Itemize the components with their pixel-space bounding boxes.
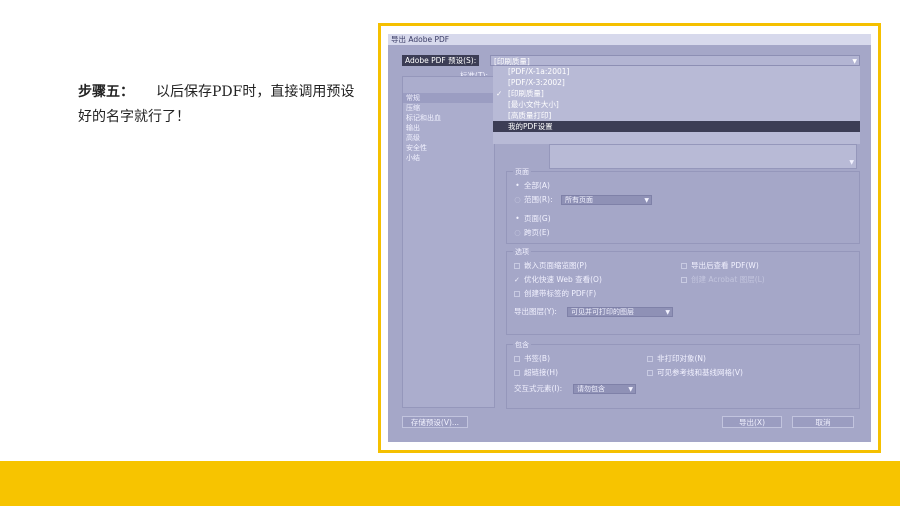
pages-range-radio[interactable]: ○ 范围(R):: [514, 194, 553, 205]
pages-spreads-radio[interactable]: ○ 跨页(E): [514, 227, 550, 238]
preset-option-smallest-size[interactable]: [最小文件大小]: [493, 99, 860, 110]
screenshot-frame: 导出 Adobe PDF Adobe PDF 预设(S): [印刷质量] ▼ 标…: [378, 23, 881, 453]
interactive-elements-select[interactable]: 请勿包含 ▼: [573, 384, 636, 394]
view-after-export-checkbox[interactable]: 导出后查看 PDF(W): [681, 260, 759, 271]
nonprinting-objects-checkbox[interactable]: 非打印对象(N): [647, 353, 706, 364]
checkbox-icon: [681, 277, 687, 283]
interactive-elements-label: 交互式元素(I):: [514, 384, 563, 393]
sidebar-item-advanced[interactable]: 高级: [403, 133, 494, 143]
sidebar-item-security[interactable]: 安全性: [403, 143, 494, 153]
pages-group: 页面 • 全部(A) ○ 范围(R): 所有页面 ▼ • 页面(G) ○ 跨页(E): [506, 167, 860, 244]
hyperlinks-checkbox[interactable]: 超链接(H): [514, 367, 558, 378]
include-group-title: 包含: [513, 340, 531, 350]
sidebar-item-compression[interactable]: 压缩: [403, 103, 494, 113]
preset-row: Adobe PDF 预设(S): [印刷质量] ▼: [402, 55, 860, 66]
guides-grids-label: 可见参考线和基线网格(V): [657, 368, 743, 377]
radio-empty-icon: ○: [514, 195, 521, 204]
pages-all-label: 全部(A): [524, 181, 550, 190]
preset-option-label: [最小文件大小]: [508, 100, 559, 109]
range-select-value: 所有页面: [565, 196, 593, 204]
sidebar-item-summary[interactable]: 小结: [403, 153, 494, 163]
preset-option-pdfx1a[interactable]: [PDF/X-1a:2001]: [493, 66, 860, 77]
preset-option-high-quality[interactable]: [高质量打印]: [493, 110, 860, 121]
chevron-down-icon: ▼: [628, 386, 633, 393]
checkbox-icon: [681, 263, 687, 269]
sidebar-item-marks-bleeds[interactable]: 标记和出血: [403, 113, 494, 123]
category-sidebar: 常规 压缩 标记和出血 输出 高级 安全性 小结: [402, 76, 495, 408]
bookmarks-label: 书签(B): [524, 354, 550, 363]
pages-all-radio[interactable]: • 全部(A): [514, 180, 550, 191]
sidebar-item-general[interactable]: 常规: [403, 93, 494, 103]
preset-option-press-quality[interactable]: ✓ [印刷质量]: [493, 88, 860, 99]
checkbox-icon: [514, 263, 520, 269]
radio-selected-icon: •: [515, 181, 520, 190]
chevron-down-icon: ▼: [665, 309, 670, 316]
hyperlinks-label: 超链接(H): [524, 368, 558, 377]
preset-option-my-pdf-settings[interactable]: 我的PDF设置: [493, 121, 860, 132]
checkbox-icon: [647, 356, 653, 362]
interactive-elements-select-value: 请勿包含: [577, 385, 605, 393]
export-layers-select[interactable]: 可见并可打印的图层 ▼: [567, 307, 673, 317]
preset-option-label: [PDF/X-3:2002]: [508, 78, 565, 87]
pages-spreads-label: 跨页(E): [524, 228, 550, 237]
bookmarks-checkbox[interactable]: 书签(B): [514, 353, 550, 364]
preset-select[interactable]: [印刷质量] ▼: [490, 55, 860, 66]
export-pdf-dialog: 导出 Adobe PDF Adobe PDF 预设(S): [印刷质量] ▼ 标…: [388, 34, 871, 442]
embed-thumbnails-checkbox[interactable]: 嵌入页面缩览图(P): [514, 260, 587, 271]
pages-pages-radio[interactable]: • 页面(G): [514, 213, 551, 224]
include-group: 包含 书签(B) 非打印对象(N) 超链接(H) 可见参考线和基线网格(V) 交…: [506, 340, 860, 409]
view-after-export-label: 导出后查看 PDF(W): [691, 261, 759, 270]
export-layers-select-value: 可见并可打印的图层: [571, 308, 634, 316]
embed-thumbnails-label: 嵌入页面缩览图(P): [524, 261, 587, 270]
step-label: 步骤五：: [78, 84, 134, 100]
checkbox-icon: [647, 370, 653, 376]
radio-empty-icon: ○: [514, 228, 521, 237]
options-group: 选项 嵌入页面缩览图(P) 导出后查看 PDF(W) ✓ 优化快速 Web 查看(…: [506, 247, 860, 335]
preset-label: Adobe PDF 预设(S):: [402, 55, 480, 66]
pages-range-label: 范围(R):: [524, 195, 553, 204]
checkmark-icon: ✓: [514, 276, 520, 284]
preset-option-label: [PDF/X-1a:2001]: [508, 67, 570, 76]
scroll-down-icon[interactable]: ▼: [849, 159, 854, 166]
preset-select-value: [印刷质量]: [494, 57, 530, 66]
caption: 步骤五： 以后保存PDF时，直接调用预设好的名字就行了！: [78, 80, 368, 130]
general-panel: 页面 • 全部(A) ○ 范围(R): 所有页面 ▼ • 页面(G) ○ 跨页(E) 选…: [506, 167, 860, 409]
preset-option-label: [高质量打印]: [508, 111, 552, 120]
dialog-title: 导出 Adobe PDF: [388, 34, 871, 45]
options-group-title: 选项: [513, 247, 531, 257]
cancel-button[interactable]: 取消: [792, 416, 854, 428]
save-preset-button[interactable]: 存储预设(V)...: [402, 416, 468, 428]
create-acrobat-layers-checkbox[interactable]: 创建 Acrobat 图层(L): [681, 274, 765, 285]
preset-option-label: 我的PDF设置: [508, 122, 553, 131]
range-select[interactable]: 所有页面 ▼: [561, 195, 652, 205]
tagged-pdf-checkbox[interactable]: 创建带标签的 PDF(F): [514, 288, 596, 299]
export-layers-label: 导出图层(Y):: [514, 307, 557, 316]
preset-dropdown-list: [PDF/X-1a:2001] [PDF/X-3:2002] ✓ [印刷质量] […: [493, 66, 860, 144]
pages-group-title: 页面: [513, 167, 531, 177]
preset-option-label: [印刷质量]: [508, 89, 544, 98]
tagged-pdf-label: 创建带标签的 PDF(F): [524, 289, 597, 298]
sidebar-item-output[interactable]: 输出: [403, 123, 494, 133]
guides-grids-checkbox[interactable]: 可见参考线和基线网格(V): [647, 367, 743, 378]
export-button[interactable]: 导出(X): [722, 416, 782, 428]
description-box: ▼: [549, 144, 857, 169]
radio-selected-icon: •: [515, 214, 520, 223]
checkbox-icon: [514, 356, 520, 362]
fast-web-view-label: 优化快速 Web 查看(O): [524, 275, 602, 284]
slide: 步骤五： 以后保存PDF时，直接调用预设好的名字就行了！ 导出 Adobe PDF…: [0, 0, 900, 506]
bottom-accent-bar: [0, 461, 900, 506]
checkmark-icon: ✓: [496, 89, 503, 98]
nonprinting-objects-label: 非打印对象(N): [657, 354, 706, 363]
preset-option-pdfx3[interactable]: [PDF/X-3:2002]: [493, 77, 860, 88]
chevron-down-icon: ▼: [644, 197, 649, 204]
pages-pages-label: 页面(G): [524, 214, 551, 223]
checkbox-icon: [514, 291, 520, 297]
fast-web-view-checkbox[interactable]: ✓ 优化快速 Web 查看(O): [514, 274, 602, 285]
checkbox-icon: [514, 370, 520, 376]
create-acrobat-layers-label: 创建 Acrobat 图层(L): [691, 275, 765, 284]
